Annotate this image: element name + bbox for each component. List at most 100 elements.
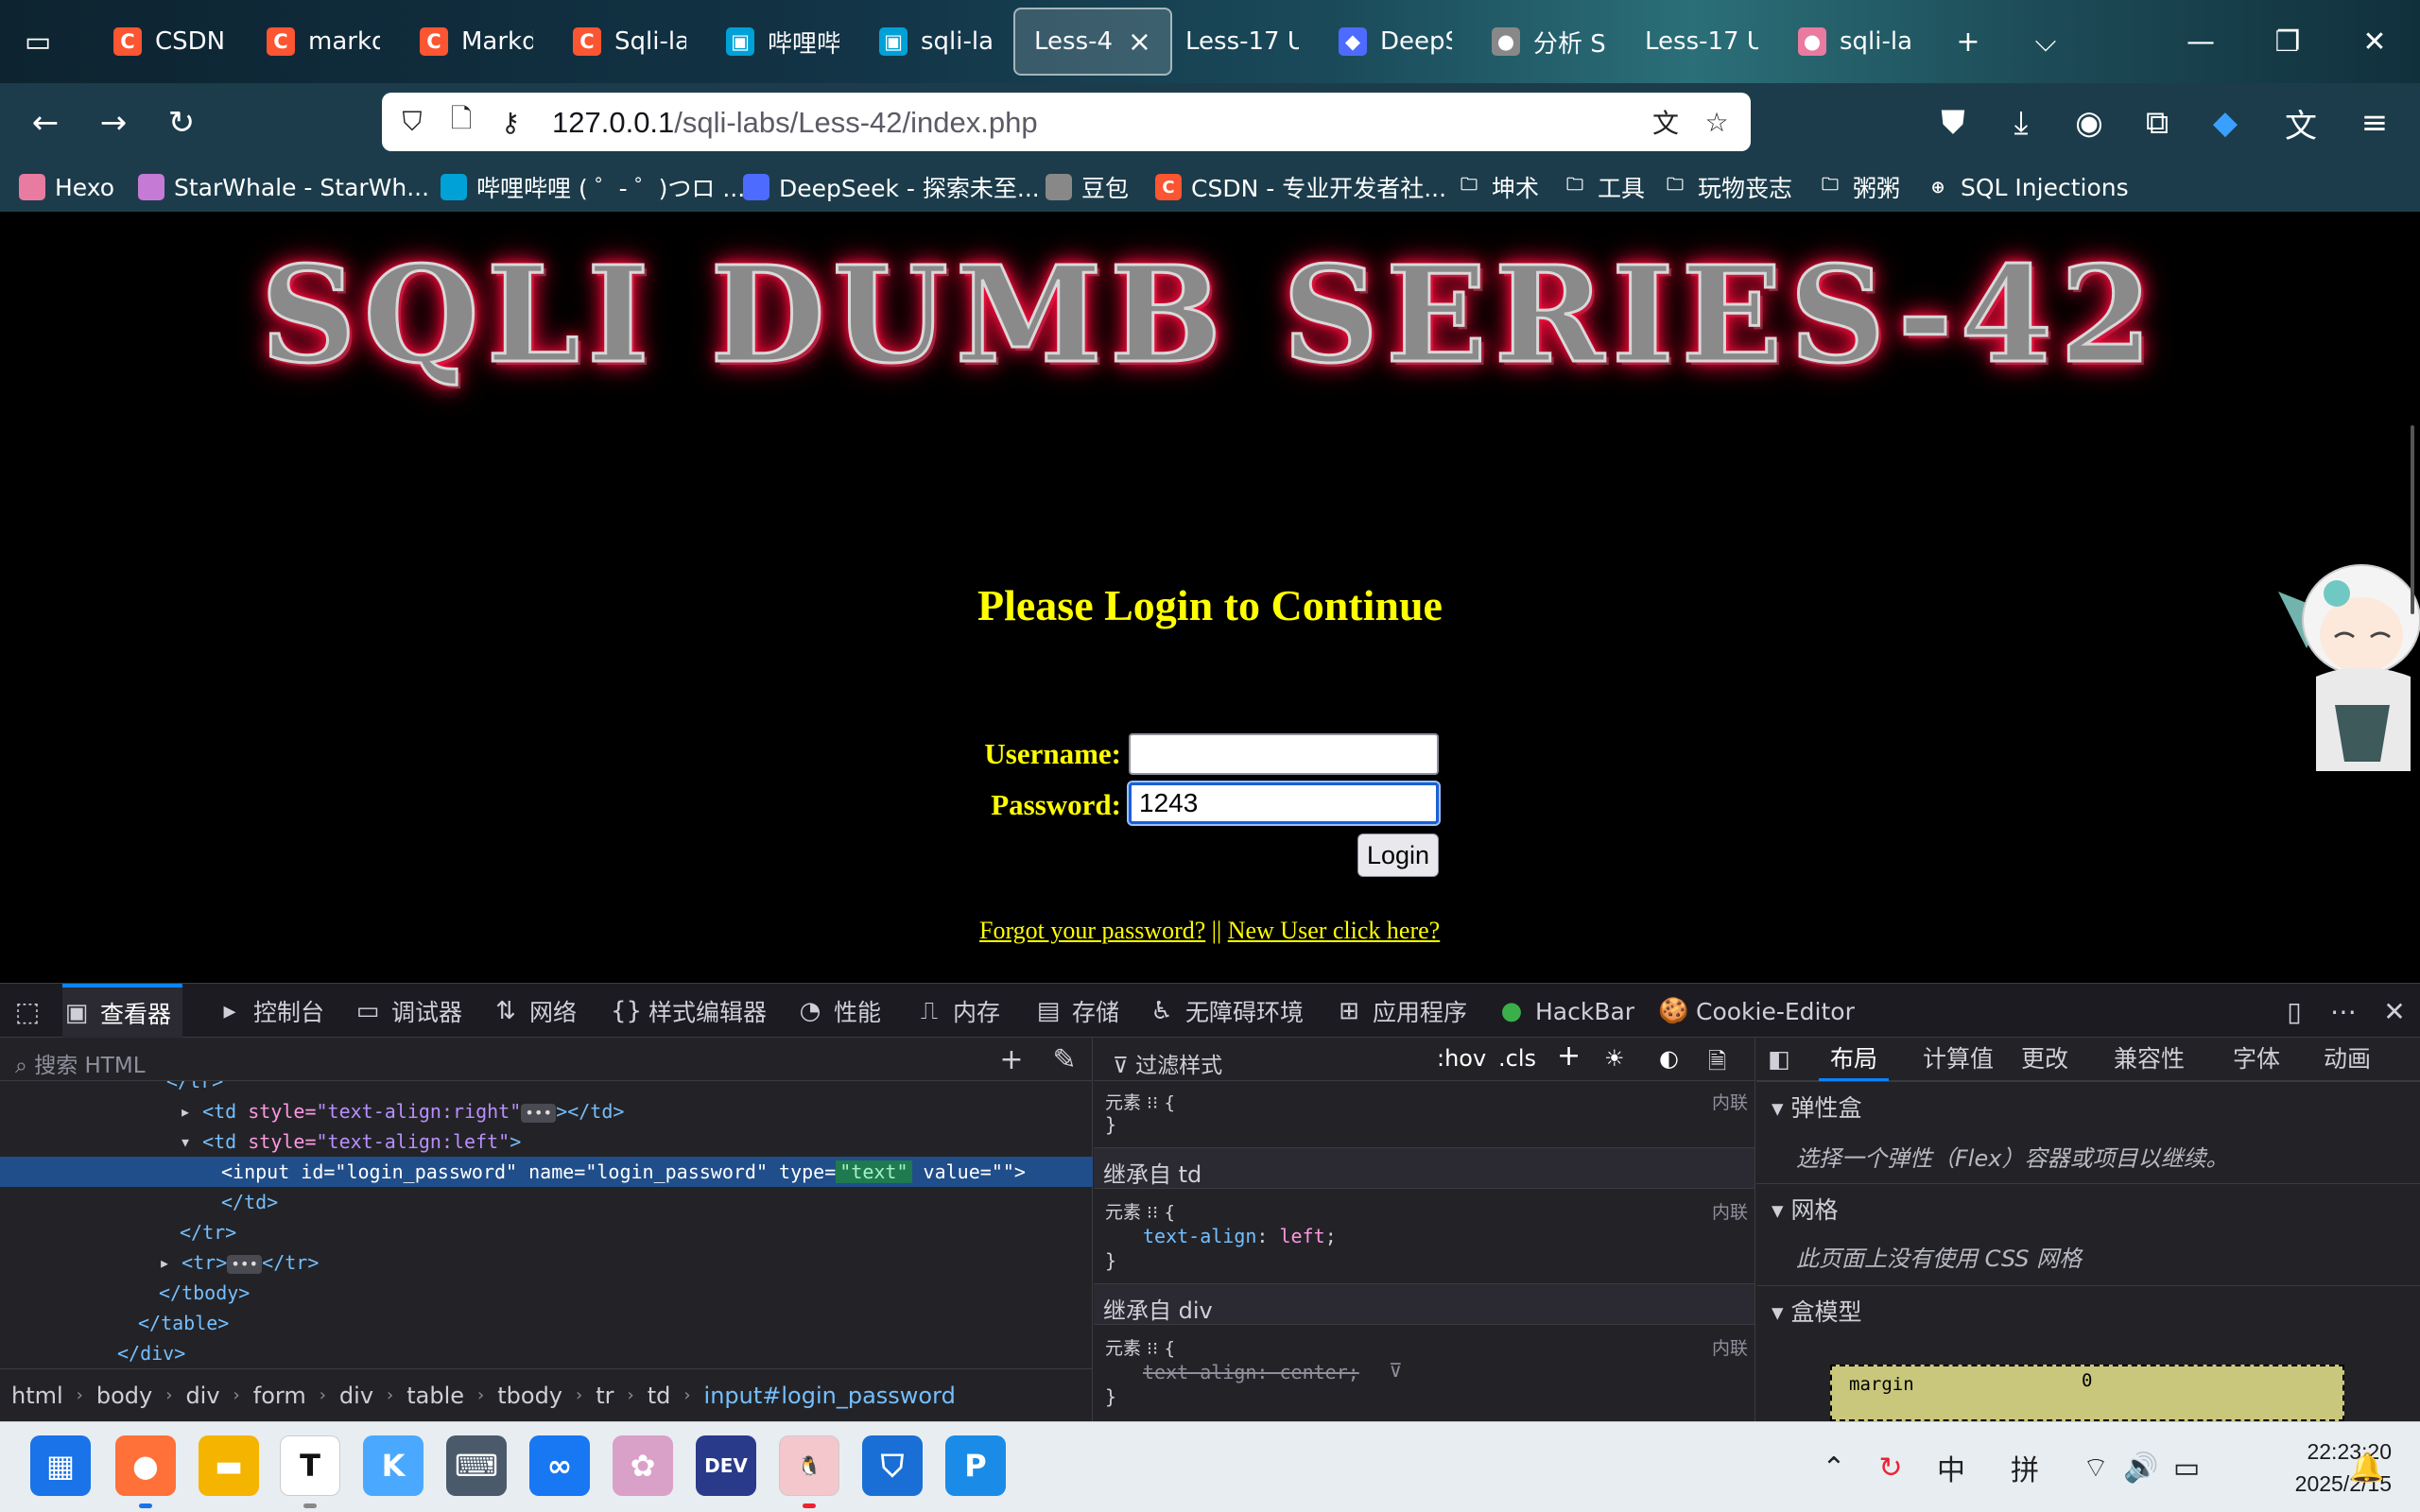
- class-toggle-button[interactable]: .cls: [1498, 1045, 1536, 1072]
- windows-start-icon[interactable]: ▦: [30, 1435, 91, 1496]
- keyboard-app-icon[interactable]: ⌨: [446, 1435, 507, 1496]
- tree-line-selected-input[interactable]: <input id="login_password" name="login_p…: [0, 1157, 1093, 1187]
- breadcrumb-item[interactable]: table: [406, 1383, 464, 1409]
- light-scheme-icon[interactable]: ☀: [1604, 1045, 1625, 1072]
- browser-tab[interactable]: C Markd: [401, 8, 552, 76]
- devtools-tab[interactable]: ⊞ 应用程序: [1335, 984, 1467, 1039]
- browser-tab[interactable]: ● sqli-lal: [1779, 8, 1930, 76]
- translate-icon[interactable]: 文: [1649, 105, 1683, 139]
- bookmark-item[interactable]: 哔哩哔哩 ( ゜- ゜)つロ ...: [441, 170, 745, 204]
- sidebar-toggle-icon[interactable]: ◧: [1756, 1038, 1802, 1081]
- devtools-tab[interactable]: ▭ 调试器: [354, 984, 462, 1039]
- add-rule-icon[interactable]: +: [1557, 1040, 1581, 1073]
- tree-line[interactable]: </tbody>: [0, 1278, 1093, 1308]
- typora-icon[interactable]: T: [280, 1435, 340, 1496]
- battery-icon[interactable]: ▭: [2167, 1445, 2206, 1490]
- browser-tab[interactable]: Cmarkd: [248, 8, 399, 76]
- extension-app-icon[interactable]: ◆: [2203, 100, 2248, 146]
- tree-line[interactable]: </div>: [0, 1338, 1093, 1365]
- grid-section-header[interactable]: ▾ 网格: [1756, 1183, 2420, 1228]
- layout-tab[interactable]: 更改: [2010, 1038, 2080, 1081]
- account-icon[interactable]: ◉: [2066, 100, 2112, 146]
- close-window-icon[interactable]: ✕: [2354, 21, 2395, 62]
- dark-scheme-icon[interactable]: ◐: [1659, 1045, 1679, 1072]
- kuake-icon[interactable]: K: [363, 1435, 424, 1496]
- pocket-icon[interactable]: ⛊: [1930, 100, 1976, 146]
- menu-hamburger-icon[interactable]: ≡: [2352, 100, 2397, 146]
- boxmodel-section-header[interactable]: ▾ 盒模型: [1756, 1285, 2420, 1331]
- browser-tab[interactable]: ● 分析 S: [1473, 8, 1624, 76]
- css-declaration[interactable]: text-align: left;: [1143, 1225, 1337, 1247]
- page-scrollbar[interactable]: [2411, 425, 2414, 614]
- devtools-tab[interactable]: ◔ 性能: [796, 984, 881, 1039]
- wifi-icon[interactable]: ⌔: [2076, 1445, 2116, 1490]
- new-tab-icon[interactable]: +: [1947, 21, 1989, 62]
- meta-app-icon[interactable]: ∞: [529, 1435, 590, 1496]
- breadcrumb-item[interactable]: div: [339, 1383, 373, 1409]
- downloads-icon[interactable]: ⤓: [1998, 100, 2044, 146]
- url-text[interactable]: 127.0.0.1/sqli-labs/Less-42/index.php: [552, 106, 1038, 140]
- breadcrumb-item[interactable]: tr: [596, 1383, 614, 1409]
- bookmark-item[interactable]: 豆包: [1046, 170, 1129, 204]
- sync-app-icon[interactable]: ↻: [1868, 1445, 1913, 1490]
- html-search-input[interactable]: ⌕ 搜索 HTML: [15, 1047, 146, 1079]
- devtools-tab[interactable]: {} 样式编辑器: [611, 984, 767, 1039]
- devtools-tab[interactable]: ▤ 存储: [1034, 984, 1119, 1039]
- layout-tab[interactable]: 布局: [1819, 1038, 1890, 1081]
- restore-icon[interactable]: ❐: [2267, 21, 2308, 62]
- password-input[interactable]: [1127, 781, 1441, 826]
- tree-line-tr[interactable]: ▸ <tr> ••• </tr>: [0, 1247, 1093, 1278]
- anime-app-icon[interactable]: ✿: [613, 1435, 673, 1496]
- margin-value[interactable]: 0: [2082, 1370, 2092, 1391]
- login-button[interactable]: Login: [1357, 833, 1439, 877]
- security-shield-icon[interactable]: ⛉: [862, 1435, 923, 1496]
- responsive-design-icon[interactable]: ▯: [2276, 993, 2312, 1029]
- eyedropper-icon[interactable]: ✎: [1047, 1043, 1081, 1076]
- minimize-icon[interactable]: —: [2180, 21, 2221, 62]
- filter-rule-icon[interactable]: ⊽: [1389, 1359, 1403, 1382]
- breadcrumb-item[interactable]: td: [648, 1383, 671, 1409]
- tree-line[interactable]: </table>: [0, 1308, 1093, 1338]
- rules-filter-input[interactable]: ⊽ 过滤样式: [1113, 1047, 1222, 1079]
- css-declaration-overridden[interactable]: text-align: center;: [1143, 1361, 1359, 1383]
- devtools-tab[interactable]: 🍪 Cookie-Editor: [1658, 984, 1855, 1039]
- print-media-icon[interactable]: 🗎: [1708, 1045, 1726, 1084]
- forgot-password-link[interactable]: Forgot your password?: [979, 917, 1205, 944]
- browser-tab[interactable]: Less-17 U: [1626, 8, 1777, 76]
- tree-line[interactable]: </tr>: [0, 1081, 1093, 1096]
- qq-icon[interactable]: 🐧: [779, 1435, 839, 1496]
- bookmark-item[interactable]: ⊕ SQL Injections: [1925, 170, 2128, 204]
- breadcrumb-item[interactable]: tbody: [497, 1383, 562, 1409]
- permissions-key-icon[interactable]: ⚷: [493, 105, 527, 139]
- tray-overflow-icon[interactable]: ⌃: [1815, 1445, 1853, 1490]
- rules-filter-bar[interactable]: ⊽ 过滤样式 :hov .cls + ☀ ◐ 🗎: [1094, 1038, 1754, 1084]
- hover-pseudo-button[interactable]: :hov: [1437, 1045, 1486, 1072]
- tree-line-td-left[interactable]: ▾ <td style="text-align:left">: [0, 1126, 1093, 1157]
- html-search-bar[interactable]: ⌕ 搜索 HTML + ✎: [0, 1038, 1093, 1081]
- layout-tab[interactable]: 兼容性: [2102, 1038, 2196, 1081]
- tree-line[interactable]: </tr>: [0, 1217, 1093, 1247]
- tab-list-chevron-icon[interactable]: ⌵: [2025, 21, 2066, 62]
- breadcrumb-item[interactable]: div: [185, 1383, 219, 1409]
- devtools-close-icon[interactable]: ✕: [2377, 993, 2412, 1029]
- add-node-icon[interactable]: +: [994, 1043, 1028, 1076]
- flex-section-header[interactable]: ▾ 弹性盒: [1756, 1081, 2420, 1126]
- bookmark-item[interactable]: 🗀 玩物丧志: [1662, 170, 1792, 204]
- firefox-icon[interactable]: ●: [115, 1435, 176, 1496]
- browser-tab[interactable]: C CSDN: [95, 8, 246, 76]
- bookmark-item[interactable]: C CSDN - 专业开发者社...: [1155, 170, 1446, 204]
- dev-cpp-icon[interactable]: DEV: [696, 1435, 756, 1496]
- bookmark-item[interactable]: StarWhale - StarWh...: [138, 170, 429, 204]
- browser-tab[interactable]: Less-42 ×: [1013, 8, 1172, 76]
- browser-tab[interactable]: ▣ sqli-lal: [860, 8, 1011, 76]
- bookmark-star-icon[interactable]: ☆: [1700, 105, 1734, 139]
- back-icon[interactable]: ←: [23, 100, 68, 146]
- new-user-link[interactable]: New User click here?: [1228, 917, 1441, 944]
- file-explorer-icon[interactable]: ▬: [199, 1435, 259, 1496]
- tree-line-td-right[interactable]: ▸ <td style="text-align:right" ••• ></td>: [0, 1096, 1093, 1126]
- layout-tab[interactable]: 字体: [2221, 1038, 2291, 1081]
- url-bar[interactable]: ⛉ 🗋 ⚷ 127.0.0.1/sqli-labs/Less-42/index.…: [382, 93, 1751, 151]
- anime-mascot-image[interactable]: [2269, 544, 2420, 771]
- browser-tab[interactable]: ◆ DeepS: [1320, 8, 1471, 76]
- ime-mode[interactable]: 拼: [2002, 1445, 2048, 1490]
